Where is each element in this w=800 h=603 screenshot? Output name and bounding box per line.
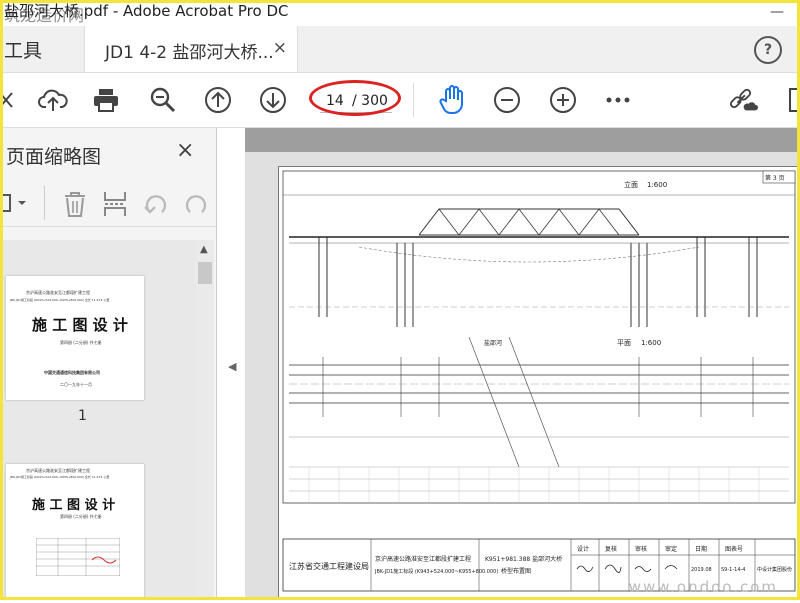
col-date: 日期	[695, 545, 707, 553]
window-controls: —	[754, 0, 800, 24]
cloud-upload-icon[interactable]	[38, 85, 68, 115]
col-check: 复核	[605, 545, 617, 553]
title-block-company: 江苏省交通工程建设局	[289, 561, 369, 571]
scroll-up-icon[interactable]: ▲	[200, 244, 208, 255]
share-link-icon[interactable]	[728, 85, 758, 115]
scrollbar-thumb[interactable]	[198, 262, 212, 284]
sidebar-divider	[44, 186, 45, 220]
thumb-line1: 京沪高速公路淮安至江都段扩建工程	[26, 290, 90, 295]
thumb-line4: 中国交通通信科技集团有限公司	[44, 370, 100, 375]
bridge-drawing-page: 第 3 页 立面 1:600 平面 1:600 盐邵河 江苏省交通工程建设局 京…	[278, 166, 800, 600]
watermark-text: 筑龙造价网	[4, 6, 85, 25]
extract-page-icon[interactable]	[102, 190, 128, 222]
river-label: 盐邵河	[484, 339, 502, 347]
drawing-number: S9-1-14-4	[721, 567, 746, 573]
rotate-right-icon[interactable]	[182, 190, 208, 222]
col-approve: 审定	[665, 545, 677, 553]
highlight-annotation	[309, 80, 401, 116]
signatures	[576, 564, 678, 573]
thumbnail-tools	[0, 180, 216, 227]
thumb-line1: 京沪高速公路淮安至江都段扩建工程	[26, 468, 90, 473]
thumbnail-scrollbar[interactable]: ▲	[196, 240, 214, 600]
rotate-left-icon[interactable]	[142, 190, 170, 222]
close-tab-icon[interactable]: ×	[273, 38, 287, 58]
thumb-heading: 施 工 图 设 计	[32, 316, 128, 334]
tab-document[interactable]: JD1 4-2 盐邵河大桥... ×	[84, 26, 298, 72]
elevation-label: 立面	[624, 180, 638, 189]
zoom-search-icon[interactable]	[148, 85, 178, 115]
close-panel-icon[interactable]: ×	[176, 138, 194, 163]
thumb-line3: 第四册 (二分册) 共七册	[60, 514, 102, 519]
thumbnails-panel-title: 页面缩略图	[6, 146, 102, 168]
delete-page-icon[interactable]	[62, 190, 88, 222]
viewer-top-strip	[245, 128, 800, 152]
col-no: 图表号	[725, 545, 743, 553]
thumbnail-page-number: 1	[78, 408, 87, 424]
minimize-icon[interactable]: —	[754, 0, 800, 24]
previous-page-icon[interactable]	[203, 85, 233, 115]
tab-document-label: JD1 4-2 盐邵河大桥...	[105, 43, 274, 63]
title-bar: 盐邵河大桥.pdf - Adobe Acrobat Pro DC 筑龙造价网 —	[0, 0, 800, 25]
tab-tools[interactable]: 工具	[4, 36, 42, 63]
thumbnail-list[interactable]: 京沪高速公路淮安至江都段扩建工程 JBK-JD1施工标段 (K943+524.0…	[0, 240, 196, 600]
thumb-signature-table	[36, 538, 120, 576]
hand-tool-icon[interactable]	[438, 85, 468, 115]
thumbnail-page-1[interactable]: 京沪高速公路淮安至江都段扩建工程 JBK-JD1施工标段 (K943+524.0…	[6, 276, 144, 400]
star-icon[interactable]	[0, 85, 24, 115]
title-block-drawing-1: K951+981.388 盐邵河大桥	[485, 555, 562, 563]
help-icon[interactable]: ?	[754, 36, 782, 64]
drawing-date: 2019.08	[691, 567, 712, 573]
drawing-page-tag: 第 3 页	[765, 174, 785, 182]
site-watermark: www.ondoo.com	[628, 578, 778, 596]
title-block-project-2: JBK-JD1施工标段 (K943+524.000~K955+800.000)	[374, 568, 498, 575]
thumb-heading: 施 工 图 设 计	[32, 498, 116, 513]
elevation-scale: 1:600	[647, 181, 667, 189]
thumbnails-panel: 页面缩略图 × 京沪高速公路淮安至江都段扩建工程 JBK-JD1施工标段 (K9…	[0, 128, 217, 600]
export-pdf-icon[interactable]	[782, 85, 800, 115]
designer-org: 中设计集团股份	[757, 566, 792, 573]
col-review: 审核	[635, 545, 647, 553]
plan-label: 平面	[617, 339, 631, 347]
thumb-line2: JBK-JD1施工标段 (K943+524.000~K955+800.000) …	[10, 298, 110, 302]
zoom-in-icon[interactable]	[548, 85, 578, 115]
thumbnail-page-2[interactable]: 京沪高速公路淮安至江都段扩建工程 JBK-JD1施工标段 (K943+524.0…	[6, 464, 144, 600]
plan-scale: 1:600	[641, 339, 661, 347]
toolbar-divider	[413, 83, 414, 117]
thumb-line2: JBK-JD1施工标段 (K943+524.000~K955+800.000) …	[10, 475, 110, 479]
collapse-panel-icon[interactable]: ◀	[228, 360, 236, 373]
bridge-drawing: 第 3 页 立面 1:600 平面 1:600 盐邵河 江苏省交通工程建设局 京…	[282, 170, 796, 592]
page-options-icon[interactable]	[0, 192, 30, 218]
more-options-icon[interactable]	[603, 85, 633, 115]
next-page-icon[interactable]	[258, 85, 288, 115]
thumb-line3: 第四册 (二分册) 共七册	[60, 340, 102, 345]
title-block-drawing-2: 桥型布置图	[501, 567, 531, 575]
print-icon[interactable]	[91, 85, 121, 115]
col-design: 设计	[577, 545, 589, 553]
zoom-out-icon[interactable]	[492, 85, 522, 115]
tab-bar: 工具 JD1 4-2 盐邵河大桥... × ?	[0, 26, 800, 73]
thumb-line5: 二〇一九年十一月	[60, 382, 92, 387]
title-block-project-1: 京沪高速公路淮安至江都段扩建工程	[375, 555, 471, 563]
